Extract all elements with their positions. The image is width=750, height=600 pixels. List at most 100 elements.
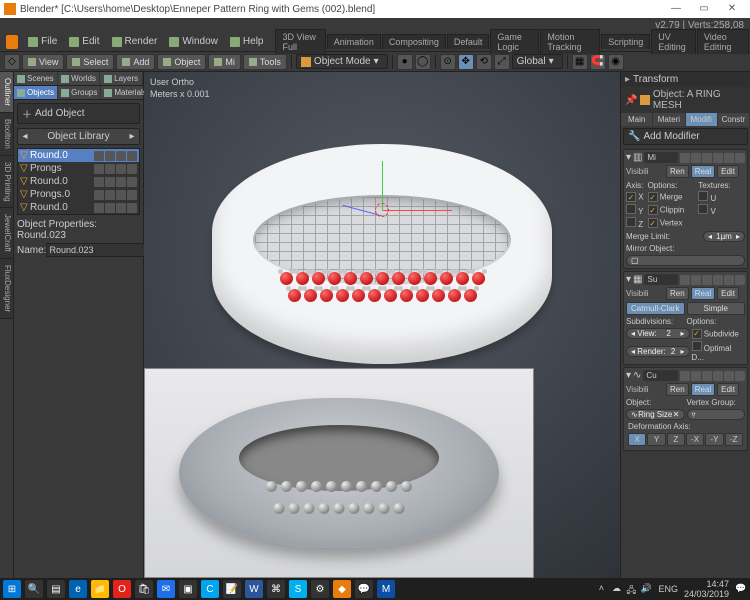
deform-x[interactable]: X xyxy=(628,433,646,446)
mod-up-icon[interactable] xyxy=(713,153,723,163)
optimal-checkbox[interactable] xyxy=(692,341,702,351)
sidetab-jewelcraft[interactable]: JewelCraft xyxy=(0,208,13,259)
layer-btn-icon[interactable]: ▦ xyxy=(572,54,588,70)
shading-sphere-icon[interactable]: ● xyxy=(397,54,413,70)
skype-icon[interactable]: S xyxy=(289,580,307,598)
mod-edit-icon[interactable] xyxy=(702,153,712,163)
word-icon[interactable]: W xyxy=(245,580,263,598)
settings-icon[interactable]: ⚙ xyxy=(311,580,329,598)
subdivide-uv-checkbox[interactable]: ✓ xyxy=(692,329,702,339)
catmull-button[interactable]: Catmull-Clark xyxy=(626,302,685,315)
mod-name-input[interactable]: Mi xyxy=(644,152,678,163)
axis-y-checkbox[interactable] xyxy=(626,204,636,214)
mod-render-icon[interactable] xyxy=(680,153,690,163)
tray-up-icon[interactable]: ˄ xyxy=(595,583,607,595)
curve-object-field[interactable]: ∿Ring Size✕ xyxy=(626,409,685,420)
clip-checkbox[interactable]: ✓ xyxy=(648,205,658,215)
merge-limit-field[interactable]: ◂1µm▸ xyxy=(703,231,745,242)
close-icon[interactable] xyxy=(735,153,745,163)
search-icon[interactable]: 🔍 xyxy=(25,580,43,598)
triangle-icon[interactable]: ▾ xyxy=(626,370,631,381)
deform-ny[interactable]: -Y xyxy=(705,433,723,446)
minimize-button[interactable]: — xyxy=(662,1,690,17)
mod-name-input[interactable]: Cu xyxy=(643,370,678,381)
triangle-icon[interactable]: ▾ xyxy=(626,152,631,163)
vis-real[interactable]: Real xyxy=(691,383,715,396)
ws-tab[interactable]: Video Editing xyxy=(697,29,749,54)
mod-down-icon[interactable] xyxy=(724,153,734,163)
ring-mesh[interactable] xyxy=(212,144,552,364)
edge-icon[interactable]: e xyxy=(69,580,87,598)
manipulator-icon[interactable]: ✥ xyxy=(458,54,474,70)
sidetab-flux[interactable]: FluxDesigner xyxy=(0,259,13,319)
add-menu[interactable]: Add xyxy=(116,54,155,70)
lptab-worlds[interactable]: Worlds xyxy=(58,72,101,85)
ws-tab[interactable]: UV Editing xyxy=(651,29,696,54)
mod-name-input[interactable]: Su xyxy=(644,274,678,285)
render-icon[interactable] xyxy=(116,151,126,161)
add-modifier-button[interactable]: 🔧Add Modifier xyxy=(623,128,748,145)
tree-item[interactable]: ▽Round.0 xyxy=(18,201,139,214)
tree-item[interactable]: ▽Round.0 xyxy=(18,149,139,162)
terminal-icon[interactable]: ⌘ xyxy=(267,580,285,598)
menu-edit[interactable]: Edit xyxy=(63,34,105,49)
notifications-icon[interactable]: 💬 xyxy=(735,583,747,595)
vis-edit[interactable]: Edit xyxy=(717,165,739,178)
close-icon[interactable] xyxy=(127,151,137,161)
transform-header[interactable]: ▸Transform xyxy=(621,72,750,87)
blender-taskbar-icon[interactable]: ◆ xyxy=(333,580,351,598)
snap-icon[interactable]: 🧲 xyxy=(590,54,606,70)
deform-nz[interactable]: -Z xyxy=(725,433,743,446)
ws-tab[interactable]: 3D View Full xyxy=(275,29,325,54)
vis-edit[interactable]: Edit xyxy=(717,287,739,300)
sidetab-booltron[interactable]: Booltron xyxy=(0,113,13,156)
rotate-icon[interactable]: ⟲ xyxy=(476,54,492,70)
taskview-icon[interactable]: ▤ xyxy=(47,580,65,598)
tree-item[interactable]: ▽Round.0 xyxy=(18,175,139,188)
lptab-groups[interactable]: Groups xyxy=(58,86,101,99)
3d-viewport[interactable]: User Ortho Meters x 0.001 xyxy=(144,72,620,578)
clock-date[interactable]: 24/03/2019 xyxy=(684,589,729,599)
menu-render[interactable]: Render xyxy=(106,34,164,49)
tree-item[interactable]: ▽Prongs.0 xyxy=(18,188,139,201)
vis-real[interactable]: Real xyxy=(691,165,715,178)
vgroup-field[interactable]: ▿ xyxy=(687,409,746,420)
sidetab-outliner[interactable]: Outliner xyxy=(0,72,13,113)
cortana-icon[interactable]: C xyxy=(201,580,219,598)
language-indicator[interactable]: ENG xyxy=(658,584,678,594)
vgroup-checkbox[interactable]: ✓ xyxy=(648,218,658,228)
merge-checkbox[interactable]: ✓ xyxy=(648,192,658,202)
vis-edit[interactable]: Edit xyxy=(717,383,739,396)
mode-dropdown[interactable]: Object Mode▾ xyxy=(296,54,388,69)
scale-icon[interactable]: ⤢ xyxy=(494,54,510,70)
pivot-icon[interactable]: ⊙ xyxy=(440,54,456,70)
chat-icon[interactable]: 💬 xyxy=(355,580,373,598)
editor-type-icon[interactable]: ◇ xyxy=(4,54,20,70)
proptab-materials[interactable]: Materi xyxy=(653,113,685,126)
object-library-dropdown[interactable]: ◂Object Library▸ xyxy=(17,128,140,145)
clock-time[interactable]: 14:47 xyxy=(684,579,729,589)
app-icon[interactable]: ▣ xyxy=(179,580,197,598)
deform-nx[interactable]: -X xyxy=(686,433,704,446)
vis-ren[interactable]: Ren xyxy=(666,287,689,300)
proptab-constraints[interactable]: Constr xyxy=(718,113,750,126)
deform-y[interactable]: Y xyxy=(647,433,665,446)
menu-file[interactable]: File xyxy=(22,34,63,49)
close-button[interactable]: ✕ xyxy=(718,1,746,17)
vis-ren[interactable]: Ren xyxy=(666,383,689,396)
opera-icon[interactable]: O xyxy=(113,580,131,598)
sidetab-3dprint[interactable]: 3D Printing xyxy=(0,156,13,209)
store-icon[interactable]: 🛍 xyxy=(135,580,153,598)
mail-icon[interactable]: ✉ xyxy=(157,580,175,598)
ws-tab[interactable]: Motion Tracking xyxy=(540,29,600,54)
tools-menu[interactable]: Tools xyxy=(243,54,287,70)
network-icon[interactable]: 🖧 xyxy=(625,583,637,595)
proportional-icon[interactable]: ◉ xyxy=(608,54,624,70)
axis-z-checkbox[interactable] xyxy=(626,217,636,227)
vis-ren[interactable]: Ren xyxy=(666,165,689,178)
view-subdiv-field[interactable]: ◂ View:2▸ xyxy=(626,328,690,339)
mod-view-icon[interactable] xyxy=(691,153,701,163)
lptab-scenes[interactable]: Scenes xyxy=(14,72,58,85)
add-object-button[interactable]: ＋Add Object xyxy=(17,103,140,124)
onedrive-icon[interactable]: ☁ xyxy=(610,583,622,595)
